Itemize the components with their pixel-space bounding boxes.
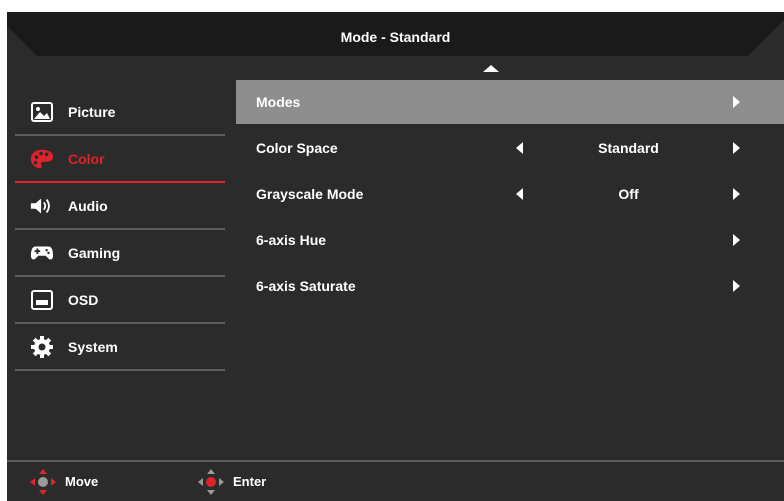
- gear-icon: [30, 335, 54, 359]
- sidebar-item-label: System: [68, 338, 118, 355]
- joystick-enter-icon: [198, 468, 224, 495]
- speaker-icon: [30, 194, 54, 218]
- setting-value: Off: [618, 186, 639, 202]
- arrow-right-icon[interactable]: [733, 96, 740, 108]
- setting-label: 6-axis Saturate: [256, 278, 356, 294]
- setting-row-6-axis-hue[interactable]: 6-axis Hue: [236, 218, 784, 264]
- move-hint: Move: [29, 462, 98, 501]
- footer-hints: Move Enter: [7, 462, 784, 501]
- move-label: Move: [65, 474, 99, 489]
- menu-header: Mode - Standard: [7, 12, 784, 62]
- setting-row-6-axis-saturate[interactable]: 6-axis Saturate: [236, 264, 784, 310]
- sidebar-item-audio[interactable]: Audio: [15, 183, 225, 230]
- sidebar-item-picture[interactable]: Picture: [15, 89, 225, 136]
- sidebar-item-label: OSD: [68, 291, 99, 308]
- setting-row-modes[interactable]: Modes: [236, 80, 784, 124]
- setting-row-color-space[interactable]: Color Space Standard: [236, 126, 784, 172]
- setting-label: Modes: [256, 94, 301, 110]
- enter-hint: Enter: [197, 462, 266, 501]
- sidebar-item-color[interactable]: Color: [15, 136, 225, 183]
- setting-label: 6-axis Hue: [256, 232, 327, 248]
- osd-menu: Mode - Standard Picture Color Audio Gami…: [7, 12, 784, 501]
- arrow-right-icon[interactable]: [733, 188, 740, 200]
- sidebar-item-label: Color: [68, 150, 105, 167]
- arrow-left-icon[interactable]: [516, 188, 523, 200]
- picture-icon: [30, 100, 54, 124]
- settings-list: Modes Color Space Standard Grayscale Mod…: [236, 80, 784, 310]
- joystick-move-icon: [30, 468, 56, 495]
- sidebar-item-gaming[interactable]: Gaming: [15, 230, 225, 277]
- osd-icon: [30, 288, 54, 312]
- sidebar-item-label: Audio: [68, 197, 108, 214]
- sidebar: Picture Color Audio Gaming OSD System: [15, 89, 225, 371]
- arrow-left-icon[interactable]: [516, 142, 523, 154]
- enter-label: Enter: [233, 474, 267, 489]
- arrow-right-icon[interactable]: [733, 142, 740, 154]
- arrow-right-icon[interactable]: [733, 234, 740, 246]
- page-title: Mode - Standard: [340, 29, 451, 45]
- setting-row-grayscale-mode[interactable]: Grayscale Mode Off: [236, 172, 784, 218]
- sidebar-item-osd[interactable]: OSD: [15, 277, 225, 324]
- gamepad-icon: [30, 241, 54, 265]
- sidebar-item-label: Picture: [68, 103, 116, 120]
- palette-icon: [30, 147, 54, 171]
- sidebar-item-system[interactable]: System: [15, 324, 225, 371]
- arrow-right-icon[interactable]: [733, 280, 740, 292]
- setting-label: Grayscale Mode: [256, 186, 364, 202]
- scroll-up-icon[interactable]: [483, 65, 499, 72]
- setting-label: Color Space: [256, 140, 338, 156]
- setting-value: Standard: [598, 140, 659, 156]
- sidebar-item-label: Gaming: [68, 244, 121, 261]
